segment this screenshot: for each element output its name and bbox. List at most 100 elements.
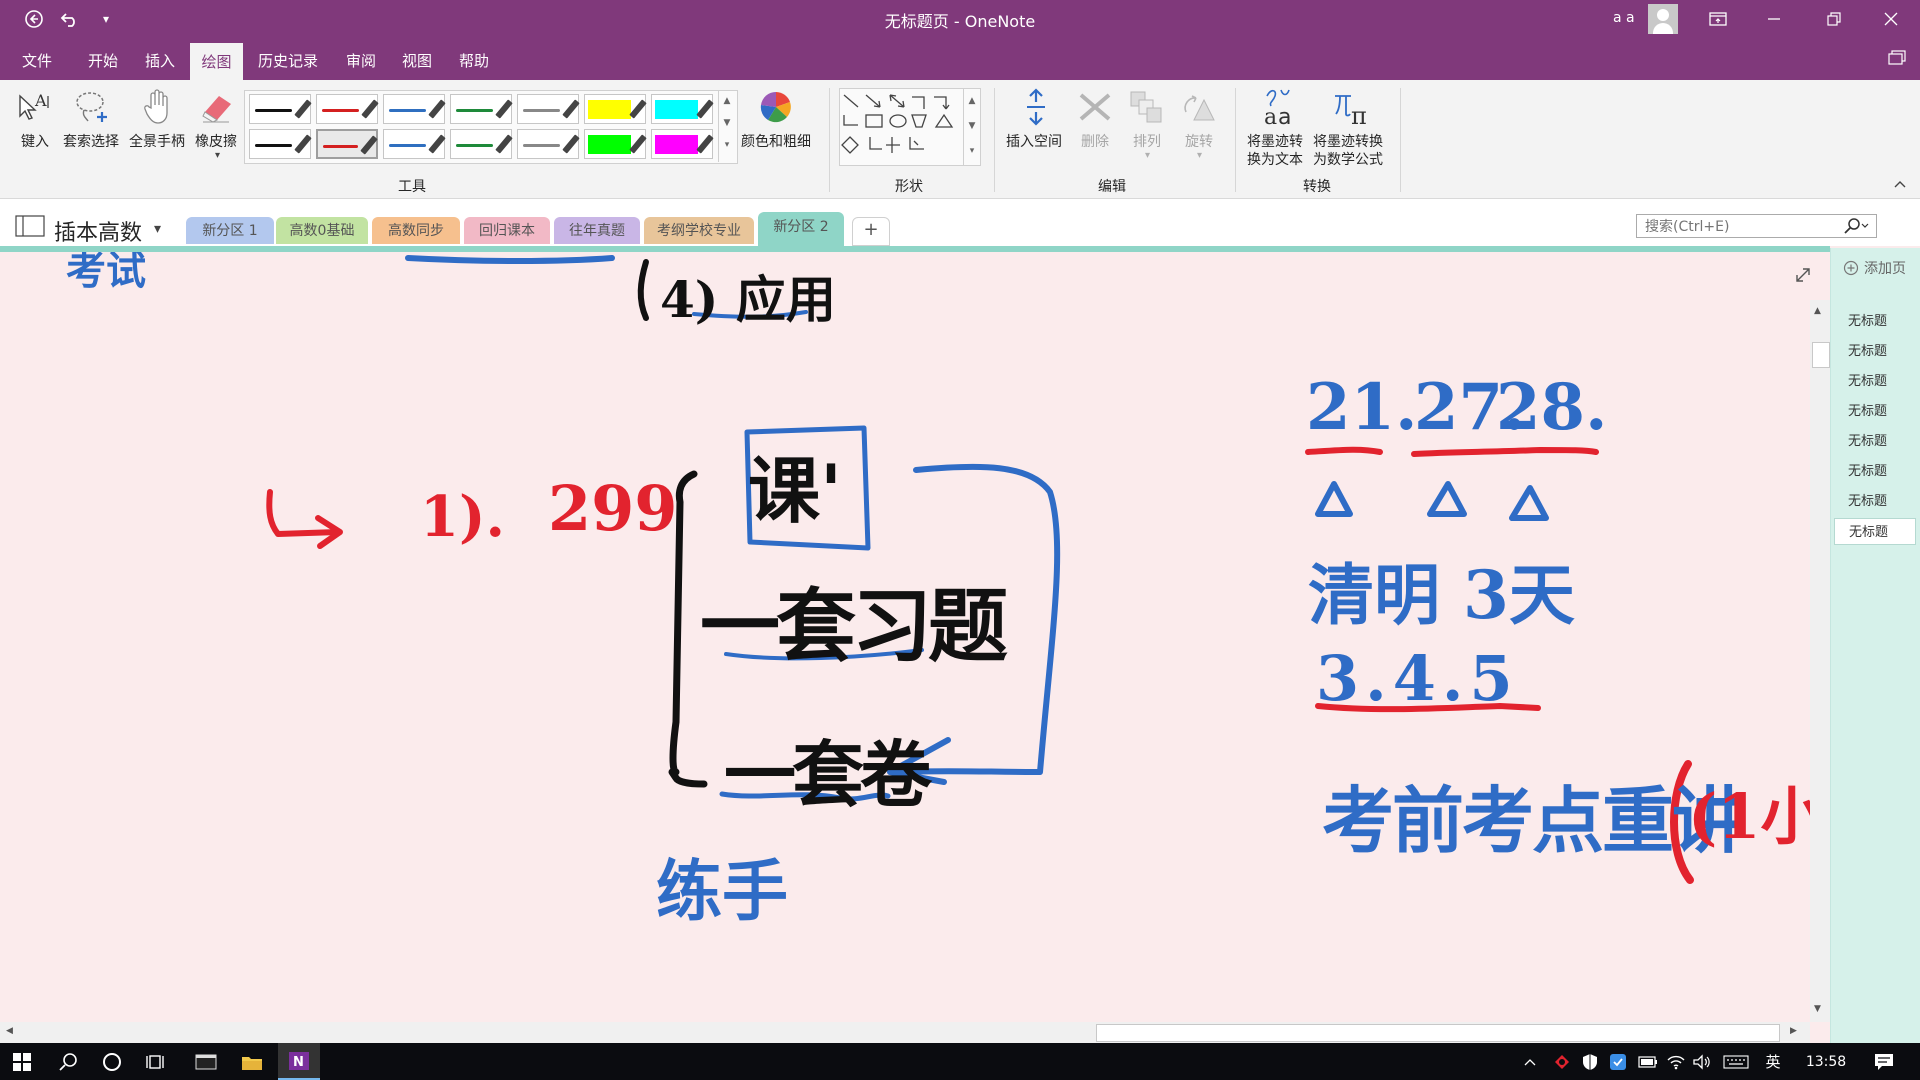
security-shield-icon[interactable]: [1578, 1043, 1602, 1080]
cortana-icon[interactable]: [92, 1043, 132, 1080]
hscroll-thumb[interactable]: [1096, 1024, 1780, 1042]
gallery-more-icon[interactable]: ▾: [719, 134, 735, 156]
color-thickness-label[interactable]: 颜色和粗细: [741, 131, 811, 151]
scroll-down-icon[interactable]: ▼: [1814, 1004, 1821, 1014]
pen-swatch[interactable]: [383, 129, 446, 159]
notifications-icon[interactable]: [1864, 1043, 1904, 1080]
page-canvas[interactable]: 考试 4) 应用 1). 299 课' 一套习题 一套卷 练手 21. 27. …: [0, 252, 1810, 1022]
page-list-item[interactable]: 无标题: [1834, 308, 1916, 335]
ribbon-display-options-icon[interactable]: [1704, 6, 1732, 32]
pen-swatch[interactable]: [450, 94, 513, 124]
section-tab[interactable]: 往年真题: [554, 217, 640, 244]
menu-history[interactable]: 历史记录: [258, 50, 318, 71]
search-taskbar-icon[interactable]: [48, 1043, 88, 1080]
lasso-select-label[interactable]: 套索选择: [63, 131, 119, 151]
tray-app-blue-icon[interactable]: [1606, 1043, 1630, 1080]
shapes-more-icon[interactable]: ▾: [964, 139, 980, 164]
tray-app-red-icon[interactable]: [1550, 1043, 1574, 1080]
scroll-left-icon[interactable]: ◀: [6, 1026, 13, 1036]
pen-swatch[interactable]: [249, 129, 312, 159]
wifi-icon[interactable]: [1664, 1043, 1688, 1080]
pen-swatch[interactable]: [316, 94, 379, 124]
vertical-scrollbar[interactable]: ▲ ▼: [1810, 300, 1830, 1022]
menu-help[interactable]: 帮助: [459, 50, 489, 71]
gallery-down-icon[interactable]: ▼: [719, 112, 735, 134]
restore-icon[interactable]: [1820, 6, 1848, 32]
page-list-item[interactable]: 无标题: [1834, 518, 1916, 545]
menu-insert[interactable]: 插入: [145, 50, 175, 71]
section-tab[interactable]: 新分区 2: [758, 212, 844, 246]
horizontal-scrollbar[interactable]: ◀ ▶: [0, 1022, 1810, 1043]
section-tab[interactable]: 新分区 1: [186, 217, 274, 244]
page-list-item[interactable]: 无标题: [1834, 428, 1916, 455]
page-list-item[interactable]: 无标题: [1834, 338, 1916, 365]
menu-file[interactable]: 文件: [22, 50, 52, 71]
shapes-down-icon[interactable]: ▼: [964, 114, 980, 139]
search-icon[interactable]: [1842, 216, 1870, 240]
expand-icon[interactable]: [1794, 266, 1810, 288]
lasso-select-icon[interactable]: [74, 88, 110, 130]
notebook-icon[interactable]: [15, 215, 45, 241]
highlighter-swatch[interactable]: [584, 94, 647, 124]
minimize-icon[interactable]: [1760, 6, 1788, 32]
battery-icon[interactable]: [1636, 1043, 1660, 1080]
page-list-item[interactable]: 无标题: [1834, 398, 1916, 425]
scroll-up-icon[interactable]: ▲: [1814, 306, 1821, 316]
pen-swatch[interactable]: [249, 94, 312, 124]
ink-to-text-label-1[interactable]: 将墨迹转: [1247, 131, 1303, 151]
menu-home[interactable]: 开始: [88, 50, 118, 71]
pen-gallery-scroll[interactable]: ▲ ▼ ▾: [718, 90, 735, 162]
page-list-item[interactable]: 无标题: [1834, 368, 1916, 395]
menu-view[interactable]: 视图: [402, 50, 432, 71]
pen-swatch[interactable]: [383, 94, 446, 124]
search-input[interactable]: [1643, 216, 1847, 238]
ime-indicator[interactable]: 英: [1760, 1043, 1786, 1080]
collapse-ribbon-icon[interactable]: [1893, 178, 1907, 192]
insert-space-icon[interactable]: [1023, 88, 1049, 130]
pan-hand-icon[interactable]: [142, 86, 174, 130]
file-explorer-icon[interactable]: [232, 1043, 272, 1080]
eraser-label[interactable]: 橡皮擦: [195, 131, 237, 151]
search-box[interactable]: [1636, 214, 1877, 238]
close-icon[interactable]: [1877, 6, 1905, 32]
ink-to-math-label-2[interactable]: 为数学公式: [1313, 149, 1383, 169]
scroll-right-icon[interactable]: ▶: [1790, 1026, 1797, 1036]
page-list-item[interactable]: 无标题: [1834, 458, 1916, 485]
task-view-icon[interactable]: [136, 1043, 176, 1080]
ink-to-text-label-2[interactable]: 换为文本: [1247, 149, 1303, 169]
section-tab[interactable]: 回归课本: [464, 217, 550, 244]
pen-swatch[interactable]: [450, 129, 513, 159]
highlighter-swatch[interactable]: [651, 94, 714, 124]
ink-to-math-icon[interactable]: π: [1331, 86, 1373, 132]
ink-to-text-icon[interactable]: aa: [1261, 86, 1299, 132]
gallery-up-icon[interactable]: ▲: [719, 90, 735, 112]
avatar[interactable]: [1648, 4, 1678, 34]
scroll-thumb[interactable]: [1812, 342, 1830, 368]
notebook-name[interactable]: 插本高数: [54, 215, 142, 247]
start-icon[interactable]: [0, 1043, 44, 1080]
notebook-dropdown-icon[interactable]: ▾: [154, 221, 161, 237]
type-text-icon[interactable]: A: [16, 88, 52, 128]
eraser-dropdown-icon[interactable]: ▾: [215, 150, 220, 161]
highlighter-swatch[interactable]: [584, 129, 647, 159]
keyboard-icon[interactable]: [1720, 1043, 1752, 1080]
show-hidden-icons-icon[interactable]: [1520, 1043, 1540, 1080]
page-list-item[interactable]: 无标题: [1834, 488, 1916, 515]
add-section-button[interactable]: +: [852, 217, 890, 246]
tab-draw[interactable]: 绘图: [190, 43, 243, 80]
color-thickness-icon[interactable]: [759, 90, 793, 128]
clock[interactable]: 13:58: [1796, 1043, 1856, 1080]
pen-swatch[interactable]: [517, 129, 580, 159]
pen-swatch[interactable]: [517, 94, 580, 124]
type-text-label[interactable]: 键入: [21, 131, 49, 151]
onenote-taskbar-icon[interactable]: N: [278, 1043, 320, 1080]
add-page-button[interactable]: 添加页: [1843, 258, 1906, 278]
terminal-app-icon[interactable]: [186, 1043, 226, 1080]
insert-space-label[interactable]: 插入空间: [1006, 131, 1062, 151]
eraser-icon[interactable]: [199, 90, 235, 128]
section-tab[interactable]: 高数同步: [372, 217, 460, 244]
ink-to-math-label-1[interactable]: 将墨迹转换: [1313, 131, 1383, 151]
section-tab[interactable]: 高数0基础: [276, 217, 368, 244]
volume-icon[interactable]: [1690, 1043, 1714, 1080]
pan-hand-label[interactable]: 全景手柄: [129, 131, 185, 151]
